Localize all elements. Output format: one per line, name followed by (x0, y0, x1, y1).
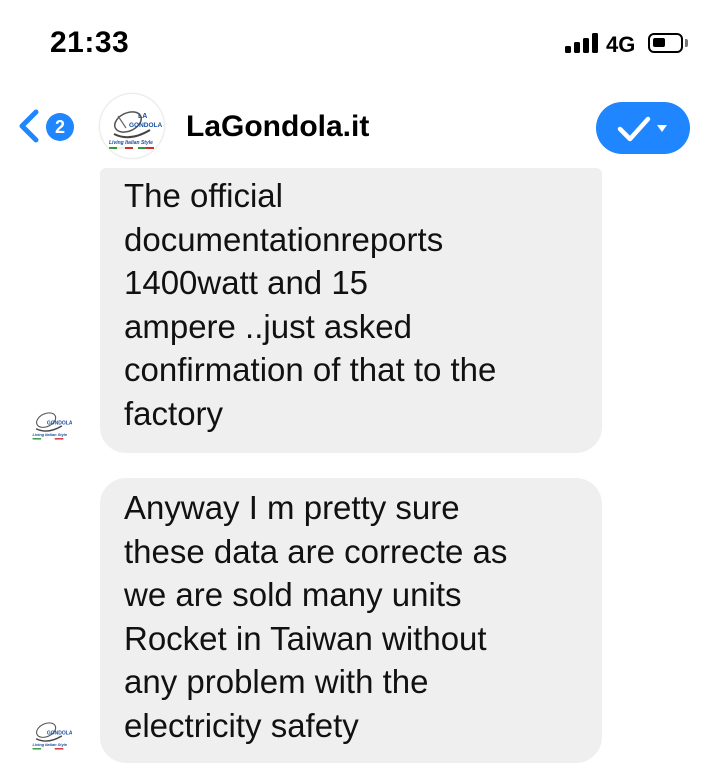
message-line: Rocket in Taiwan without (124, 619, 487, 657)
message-line: factory (124, 394, 224, 432)
battery-icon (648, 33, 683, 53)
message-line: any problem with the (124, 663, 429, 700)
gondola-logo-icon: GONDOLA Living Italian Style (26, 710, 72, 756)
contact-avatar[interactable]: LA GONDOLA Living Italian Style (100, 94, 164, 158)
logo-brand-name: GONDOLA (47, 420, 72, 426)
message-line: ampere ..just asked (124, 307, 412, 345)
chevron-left-icon[interactable] (14, 106, 44, 146)
unread-count-badge[interactable]: 2 (46, 113, 74, 141)
logo-tagline: Living Italian Style (109, 140, 153, 146)
message-line: 1400watt and 15 (124, 264, 369, 301)
logo-brand-name: GONDOLA (129, 122, 163, 129)
chat-header: 2 LA GONDOLA Living Italian Style LaGond… (0, 90, 720, 168)
status-bar: 21:33 4G (0, 0, 720, 90)
message-bubble[interactable]: Anyway I m pretty sure these data are co… (100, 478, 602, 763)
message-line: these data are correcte as (124, 532, 508, 570)
message-line: electricity safety (124, 706, 359, 744)
logo-tagline: Living Italian Style (32, 432, 67, 437)
sender-avatar[interactable]: GONDOLA Living Italian Style (26, 400, 72, 446)
gondola-logo-icon: GONDOLA Living Italian Style (26, 400, 72, 446)
battery-cap (685, 39, 688, 47)
signal-strength-icon (565, 33, 599, 53)
logo-brand-top: LA (138, 113, 147, 120)
network-type: 4G (606, 32, 636, 57)
message-line: documentationreports (124, 220, 444, 258)
message-line: confirmation of that to the (124, 351, 497, 388)
battery-level (653, 38, 665, 47)
logo-tagline: Living Italian Style (32, 742, 67, 747)
message-line: The official (124, 177, 283, 214)
checkmark-dropdown-icon (617, 116, 667, 142)
logo-brand-name: GONDOLA (47, 730, 72, 736)
status-dropdown-button[interactable] (596, 102, 690, 154)
message-line: we are sold many units (124, 576, 462, 613)
message-bubble[interactable]: The official documentationreports 1400wa… (100, 168, 602, 453)
gondola-logo-icon: LA GONDOLA Living Italian Style (101, 95, 163, 157)
contact-name[interactable]: LaGondola.it (186, 110, 369, 144)
message-line: Anyway I m pretty sure (124, 489, 460, 526)
clock: 21:33 (50, 26, 130, 59)
sender-avatar[interactable]: GONDOLA Living Italian Style (26, 710, 72, 756)
